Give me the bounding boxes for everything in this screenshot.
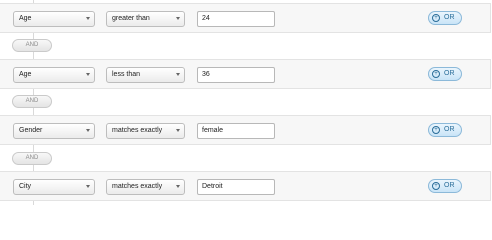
chevron-down-icon — [176, 185, 180, 188]
field-select-value: Age — [19, 15, 32, 22]
chevron-down-icon — [176, 73, 180, 76]
field-select[interactable]: City — [13, 179, 95, 195]
field-select-value: City — [19, 183, 32, 190]
field-select[interactable]: Age — [13, 67, 95, 83]
rule-row: Gender matches exactly female + OR — [0, 115, 491, 145]
field-select-value: Gender — [19, 127, 43, 134]
rule-row: Age greater than 24 + OR — [0, 3, 491, 33]
value-input[interactable]: Detroit — [197, 179, 275, 195]
operator-select[interactable]: matches exactly — [106, 123, 185, 139]
chevron-down-icon — [86, 129, 90, 132]
operator-select-value: less than — [112, 71, 141, 78]
chevron-down-icon — [86, 185, 90, 188]
value-input[interactable]: 24 — [197, 11, 275, 27]
or-button-label: OR — [444, 14, 455, 21]
plus-circle-icon: + — [432, 70, 440, 78]
value-input[interactable]: female — [197, 123, 275, 139]
plus-circle-icon: + — [432, 14, 440, 22]
operator-select[interactable]: less than — [106, 67, 185, 83]
and-connector-button[interactable]: AND — [12, 152, 52, 165]
plus-circle-icon: + — [432, 126, 440, 134]
field-select[interactable]: Gender — [13, 123, 95, 139]
operator-select[interactable]: greater than — [106, 11, 185, 27]
and-connector-button[interactable]: AND — [12, 95, 52, 108]
value-input[interactable]: 36 — [197, 67, 275, 83]
operator-select-value: greater than — [112, 15, 150, 22]
or-button-label: OR — [444, 70, 455, 77]
operator-select-value: matches exactly — [112, 127, 163, 134]
or-button-label: OR — [444, 126, 455, 133]
add-or-button[interactable]: + OR — [428, 11, 462, 25]
add-or-button[interactable]: + OR — [428, 123, 462, 137]
chevron-down-icon — [86, 17, 90, 20]
operator-select-value: matches exactly — [112, 183, 163, 190]
and-connector-button[interactable]: AND — [12, 39, 52, 52]
field-select-value: Age — [19, 71, 32, 78]
rule-row: Age less than 36 + OR — [0, 59, 491, 89]
plus-circle-icon: + — [432, 182, 440, 190]
operator-select[interactable]: matches exactly — [106, 179, 185, 195]
field-select[interactable]: Age — [13, 11, 95, 27]
chevron-down-icon — [176, 129, 180, 132]
or-button-label: OR — [444, 182, 455, 189]
chevron-down-icon — [176, 17, 180, 20]
add-or-button[interactable]: + OR — [428, 179, 462, 193]
chevron-down-icon — [86, 73, 90, 76]
rule-row: City matches exactly Detroit + OR — [0, 171, 491, 201]
add-or-button[interactable]: + OR — [428, 67, 462, 81]
